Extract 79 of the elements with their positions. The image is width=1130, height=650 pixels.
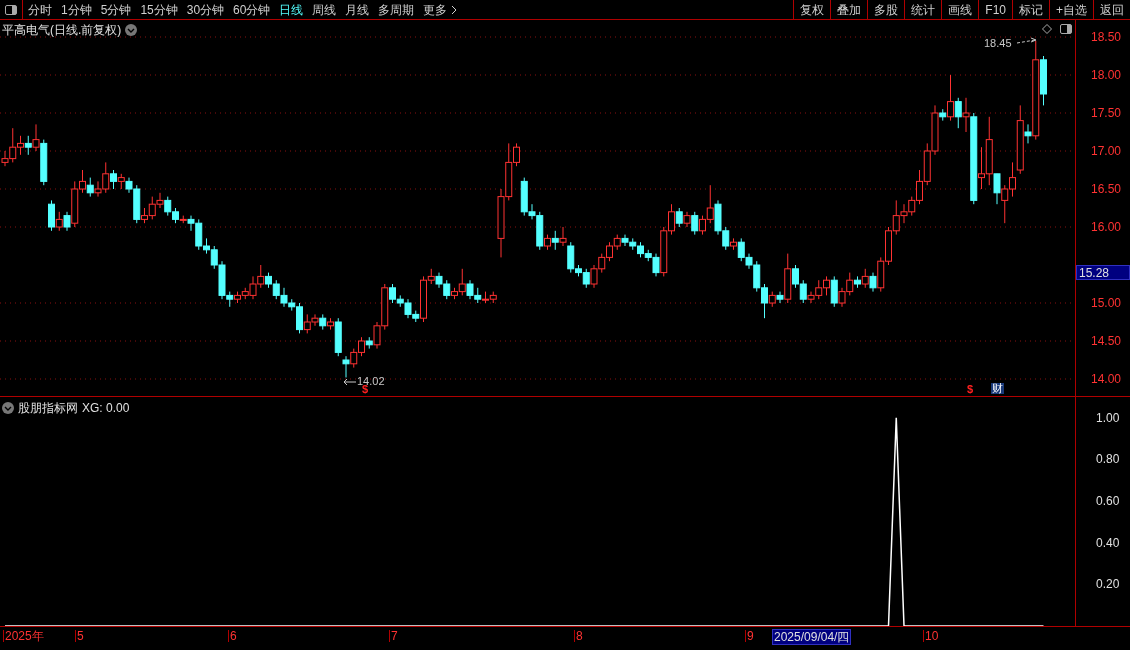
candlestick [830,275,838,308]
indicator-tick-label: 0.20 [1096,578,1120,591]
chevron-down-icon[interactable] [125,24,138,36]
chevron-right-icon [451,4,458,15]
price-tick-label: 18.50 [1091,31,1122,43]
cursor-date-tag: 2025/09/04/四 [772,629,852,645]
date-axis-label: 9 [745,630,754,642]
price-tick-label: 17.00 [1091,145,1122,157]
toolbar-button[interactable]: 标记 [1012,0,1049,19]
diamond-icon[interactable] [1042,24,1052,34]
candlestick [869,272,877,293]
period-tab[interactable]: 周线 [312,0,337,19]
period-tab[interactable]: 15分钟 [140,0,178,19]
chevron-down-icon[interactable] [2,402,14,414]
toolbar-button[interactable]: 画线 [941,0,979,19]
chart-title: 平高电气(日线.前复权) [2,22,122,39]
toolbar-button[interactable]: +自选 [1049,0,1093,19]
date-axis-label: 7 [389,630,398,642]
period-tab[interactable]: 60分钟 [233,0,271,19]
candlestick [559,226,567,247]
candlestick [24,135,32,156]
candlestick [55,211,63,232]
indicator-reading: XG: 0.00 [82,400,130,417]
candlestick [861,268,869,289]
period-tab[interactable]: 1分钟 [61,0,92,19]
period-tab[interactable]: 月线 [345,0,370,19]
indicator-name: 股朋指标网 [18,400,78,417]
price-tick-label: 16.00 [1091,221,1122,233]
candlestick [691,211,699,236]
high-pointer-arrow [1016,37,1037,44]
indicator-tick-label: 0.60 [1096,495,1120,508]
period-tab[interactable]: 日线 [279,0,304,19]
price-tick-label: 18.00 [1091,69,1122,81]
candlestick [776,291,784,304]
high-price-label: 18.45 [984,38,1012,49]
dividend-marker[interactable]: $ [362,384,369,395]
price-tick-label: 15.00 [1091,297,1122,309]
toolbar-button[interactable]: 返回 [1093,0,1130,19]
toolbar-button[interactable]: 复权 [793,0,831,19]
period-tab[interactable]: 分时 [28,0,52,19]
date-axis-label: 2025年 [3,630,44,642]
candlestick [342,355,350,378]
indicator-tick-label: 0.80 [1096,453,1120,466]
low-pointer-arrow [343,378,357,386]
indicator-tick-label: 1.00 [1096,411,1120,424]
candlestick [86,177,94,198]
candlestick [110,169,117,190]
toolbar-button[interactable]: 叠加 [830,0,868,19]
price-tick-label: 14.50 [1091,335,1122,347]
candlestick [1024,123,1032,144]
date-axis-label: 6 [228,630,237,642]
candlestick [675,207,683,228]
dividend-marker[interactable]: $ [967,384,974,395]
period-tab[interactable]: 30分钟 [186,0,225,19]
candlestick [954,97,962,129]
candlestick [947,74,954,122]
candlestick [993,173,1001,205]
layout-toggle-icon[interactable] [1060,24,1072,34]
candlestick [32,123,40,152]
price-tick-label: 16.50 [1091,183,1122,195]
period-tab[interactable]: 更多 [423,0,458,19]
candlestick [551,230,559,251]
date-axis-label: 5 [75,630,84,642]
price-tick-label: 17.50 [1091,107,1122,119]
toolbar-button[interactable]: 统计 [904,0,942,19]
finance-marker[interactable]: 财 [991,383,1004,394]
candlestick [63,211,71,232]
toolbar-button[interactable]: F10 [978,0,1012,19]
period-tab[interactable]: 多周期 [378,0,415,19]
period-tab[interactable]: 5分钟 [100,0,132,19]
price-tick-label: 14.00 [1091,373,1122,385]
panel-toggle-icon [5,4,17,15]
date-axis-label: 8 [574,630,583,642]
current-price-tag: 15.28 [1076,265,1130,280]
toolbar-button[interactable]: 多股 [867,0,905,19]
candlestick [962,97,970,133]
date-axis-label: 10 [923,630,939,642]
indicator-tick-label: 0.40 [1096,536,1120,549]
candlestick [48,199,55,232]
